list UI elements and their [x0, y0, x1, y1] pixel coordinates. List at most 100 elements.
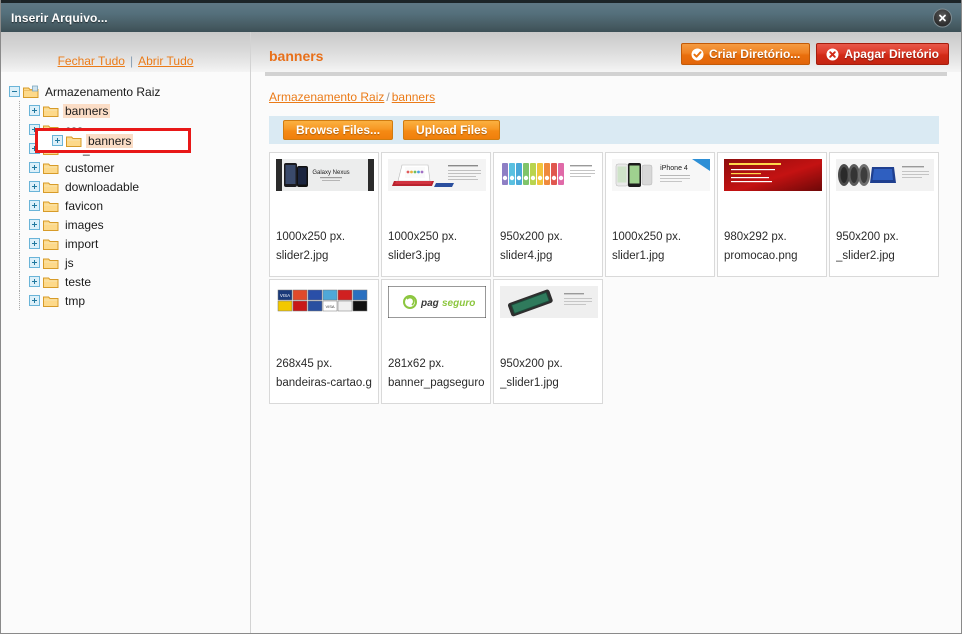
- expand-toggle-icon[interactable]: [29, 257, 40, 268]
- file-browser-panel: banners Criar Diretório... Apagar Diretó…: [251, 32, 961, 633]
- delete-directory-label: Apagar Diretório: [844, 47, 939, 61]
- file-tile[interactable]: 1000x250 px. slider3.jpg: [381, 152, 491, 277]
- file-meta: 1000x250 px. slider1.jpg: [612, 228, 708, 276]
- selected-folder-label: banners: [86, 133, 134, 148]
- delete-directory-button[interactable]: Apagar Diretório: [816, 43, 949, 65]
- sidebar-item-downloadable[interactable]: downloadable: [19, 177, 250, 196]
- x-circle-icon: [826, 48, 839, 61]
- breadcrumb-current-link[interactable]: banners: [392, 90, 435, 104]
- collapse-toggle-icon[interactable]: [9, 86, 20, 97]
- upload-files-button[interactable]: Upload Files: [403, 120, 501, 140]
- file-tile[interactable]: Galaxy Nexus 1000x250 px. slider2.jpg: [269, 152, 379, 277]
- tree-guide-line: [19, 253, 20, 272]
- sidebar-item-images[interactable]: images: [19, 215, 250, 234]
- svg-text:Galaxy Nexus: Galaxy Nexus: [312, 170, 349, 176]
- tree-node-root[interactable]: Armazenamento Raiz: [9, 82, 250, 101]
- create-directory-button[interactable]: Criar Diretório...: [680, 43, 811, 65]
- header-actions: Criar Diretório... Apagar Diretório: [680, 39, 949, 65]
- tree-links-separator: |: [129, 54, 134, 68]
- tree-guide-line: [19, 101, 20, 120]
- file-size: 980x292 px.: [724, 231, 787, 243]
- expand-all-link[interactable]: Abrir Tudo: [138, 54, 193, 68]
- close-icon[interactable]: [933, 8, 952, 27]
- file-name: slider2.jpg: [276, 250, 329, 262]
- file-tile[interactable]: 950x200 px. _slider1.jpg: [493, 279, 603, 404]
- file-grid: Galaxy Nexus 1000x250 px. slider2.jpg 10…: [269, 152, 945, 404]
- file-tile[interactable]: pag seguro 281x62 px. banner_pagseguro.g…: [381, 279, 491, 404]
- tree-node-label: import: [65, 236, 99, 251]
- tree-toolbar: Fechar Tudo | Abrir Tudo: [1, 32, 250, 72]
- file-tile[interactable]: 980x292 px. promocao.png: [717, 152, 827, 277]
- file-tile[interactable]: VISA VISA 268x45 px. bandeiras-cartao.gi…: [269, 279, 379, 404]
- tree-node-label: favicon: [65, 198, 104, 213]
- file-meta: 268x45 px. bandeiras-cartao.gif: [276, 355, 372, 403]
- galaxy-nexus-banner-thumbnail: Galaxy Nexus: [276, 159, 374, 191]
- folder-tree: Armazenamento Raiz banners css css_secur…: [1, 72, 250, 633]
- expand-toggle-icon[interactable]: [29, 276, 40, 287]
- tree-guide-line: [19, 291, 20, 310]
- folder-icon: [43, 237, 59, 251]
- content-header: banners Criar Diretório... Apagar Diretó…: [251, 32, 961, 72]
- file-size: 1000x250 px.: [612, 231, 682, 243]
- ipod-colors-banner-thumbnail: [500, 159, 598, 191]
- expand-toggle-icon[interactable]: [29, 181, 40, 192]
- file-meta: 980x292 px. promocao.png: [724, 228, 820, 276]
- file-tile[interactable]: 950x200 px. slider4.jpg: [493, 152, 603, 277]
- folder-tree-sidebar: Fechar Tudo | Abrir Tudo Armazenamento Rai…: [1, 32, 251, 633]
- file-meta: 281x62 px. banner_pagseguro.gi: [388, 355, 484, 403]
- expand-toggle-icon[interactable]: [52, 135, 63, 146]
- tree-guide-line: [19, 177, 20, 196]
- dialog-title: Inserir Arquivo...: [11, 10, 108, 25]
- tree-guide-line: [19, 215, 20, 234]
- browse-files-button[interactable]: Browse Files...: [283, 120, 394, 140]
- credit-card-flags-thumbnail: VISA VISA: [276, 286, 374, 318]
- sidebar-item-teste[interactable]: teste: [19, 272, 250, 291]
- sidebar-item-banners[interactable]: banners: [19, 101, 250, 120]
- sidebar-item-favicon[interactable]: favicon: [19, 196, 250, 215]
- svg-text:pag: pag: [420, 298, 439, 309]
- tree-node-label: js: [65, 255, 74, 270]
- folder-icon: [43, 275, 59, 289]
- folder-icon: [43, 104, 59, 118]
- expand-toggle-icon[interactable]: [29, 219, 40, 230]
- tree-node-label: downloadable: [65, 179, 140, 194]
- file-name: slider4.jpg: [500, 250, 553, 262]
- expand-toggle-icon[interactable]: [29, 238, 40, 249]
- file-size: 268x45 px.: [276, 358, 333, 370]
- file-tile[interactable]: iPhone 4 1000x250 px. slider1.jpg: [605, 152, 715, 277]
- page-title: banners: [269, 48, 324, 64]
- file-size: 281x62 px.: [388, 358, 445, 370]
- expand-toggle-icon[interactable]: [29, 162, 40, 173]
- expand-toggle-icon[interactable]: [29, 295, 40, 306]
- file-tile[interactable]: 950x200 px. _slider2.jpg: [829, 152, 939, 277]
- tree-toolbar-links: Fechar Tudo | Abrir Tudo: [58, 54, 194, 68]
- folder-icon: [43, 199, 59, 213]
- check-circle-icon: [691, 48, 704, 61]
- tree-node-label: Armazenamento Raiz: [45, 84, 161, 99]
- folder-icon: [43, 294, 59, 308]
- create-directory-label: Criar Diretório...: [708, 47, 801, 61]
- tree-node-label: images: [65, 217, 104, 232]
- file-name: slider3.jpg: [388, 250, 441, 262]
- pagseguro-logo-thumbnail: pag seguro: [388, 286, 486, 318]
- collapse-all-link[interactable]: Fechar Tudo: [58, 54, 125, 68]
- sidebar-item-customer[interactable]: customer: [19, 158, 250, 177]
- laptop-banner-thumbnail: [388, 159, 486, 191]
- tree-node-label: tmp: [65, 293, 86, 308]
- sidebar-item-import[interactable]: import: [19, 234, 250, 253]
- svg-text:seguro: seguro: [442, 298, 475, 309]
- file-meta: 950x200 px. _slider2.jpg: [836, 228, 932, 276]
- expand-toggle-icon[interactable]: [29, 105, 40, 116]
- folder-icon: [43, 180, 59, 194]
- sidebar-item-tmp[interactable]: tmp: [19, 291, 250, 310]
- svg-text:VISA: VISA: [325, 304, 334, 309]
- iphone4s-banner-thumbnail: iPhone 4: [612, 159, 710, 191]
- breadcrumb-root-link[interactable]: Armazenamento Raiz: [269, 90, 384, 104]
- sidebar-item-js[interactable]: js: [19, 253, 250, 272]
- root-folder-icon: [23, 85, 39, 99]
- expand-toggle-icon[interactable]: [29, 200, 40, 211]
- file-size: 1000x250 px.: [276, 231, 346, 243]
- promo-red-banner-thumbnail: [724, 159, 822, 191]
- file-grid-wrapper: Galaxy Nexus 1000x250 px. slider2.jpg 10…: [251, 144, 961, 633]
- insert-file-dialog: Inserir Arquivo... Fechar Tudo | Abrir Tud…: [0, 0, 962, 634]
